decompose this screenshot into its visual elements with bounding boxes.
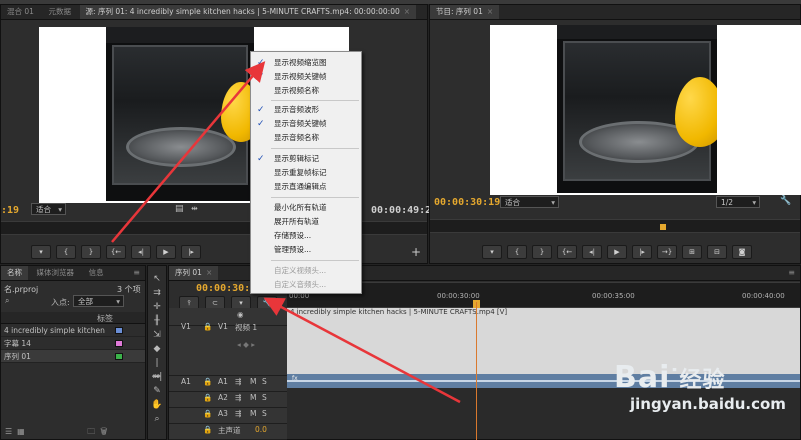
watermark: Baiᐝ经验 jingyan.baidu.com — [614, 360, 794, 430]
watermark-suffix: 经验 — [679, 368, 726, 393]
annotation-arrow-to-wrench — [263, 297, 461, 404]
annotation-arrow-to-menu — [111, 61, 266, 243]
watermark-url: jingyan.baidu.com — [630, 395, 786, 413]
watermark-logo: Baiᐝ经验 — [614, 360, 794, 395]
watermark-brand: Bai — [614, 360, 671, 395]
